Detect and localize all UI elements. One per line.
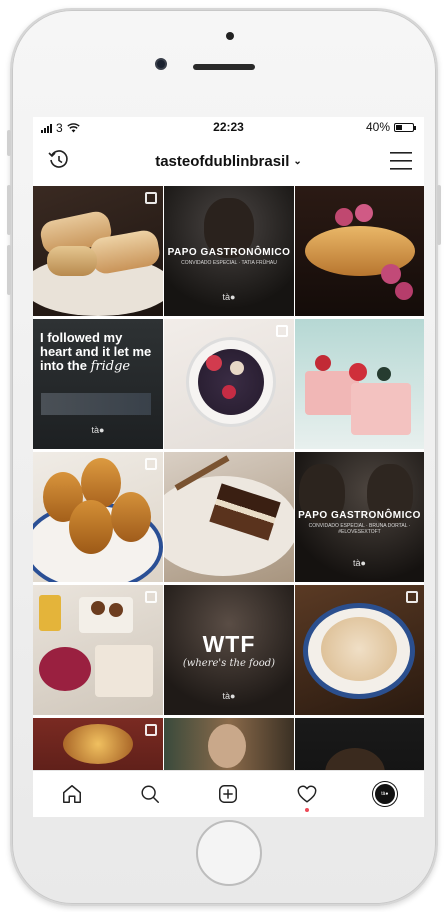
berry — [395, 282, 413, 300]
battery-area: 40% — [365, 120, 416, 134]
post-subtitle: CONVIDADO ESPECIAL · BRUNA DORTAL · #ELO… — [308, 522, 411, 535]
add-post-icon — [219, 785, 238, 803]
strawberry — [315, 355, 331, 371]
post-title: PAPO GASTRONÔMICO — [298, 509, 421, 521]
dessert — [351, 383, 411, 435]
fridge-magnets — [41, 393, 151, 415]
status-bar: 3 22:23 40% — [33, 117, 424, 137]
mute-switch — [7, 130, 11, 156]
home-button[interactable] — [196, 820, 262, 886]
carousel-icon — [145, 458, 157, 470]
brand-logo: tà● — [353, 558, 366, 568]
pastry — [47, 246, 97, 276]
battery-fill — [396, 124, 403, 130]
carousel-icon — [145, 724, 157, 736]
post-tile-8[interactable] — [164, 452, 294, 582]
post-tile-15[interactable] — [295, 718, 424, 770]
carousel-icon — [145, 591, 157, 603]
post-tile-12[interactable] — [295, 585, 424, 715]
volume-up-button — [7, 185, 11, 235]
avatar: tà● — [372, 782, 397, 806]
history-icon[interactable] — [47, 148, 71, 172]
coxinha — [111, 492, 151, 542]
front-camera — [155, 58, 167, 70]
post-tile-1[interactable] — [33, 186, 163, 316]
carousel-icon — [406, 591, 418, 603]
tab-profile[interactable]: tà● — [370, 779, 400, 809]
post-headline: WTF — [202, 631, 256, 657]
flatbread — [95, 645, 153, 697]
screen: 3 22:23 40% tasteofdublinbrasil ⌄ PAPO G… — [33, 117, 424, 817]
post-script-text: (where's the food) — [182, 658, 276, 669]
berry — [377, 367, 391, 381]
carousel-icon — [276, 325, 288, 337]
crepe — [321, 617, 397, 681]
profile-header: tasteofdublinbrasil ⌄ — [33, 139, 424, 183]
food-item — [325, 748, 385, 770]
coxinha — [69, 500, 113, 554]
post-tile-6[interactable] — [295, 319, 424, 449]
volume-down-button — [7, 245, 11, 295]
post-title: PAPO GASTRONÔMICO — [167, 246, 291, 258]
brand-logo: tà● — [91, 425, 105, 435]
tab-activity[interactable] — [292, 779, 322, 812]
berry — [381, 264, 401, 284]
battery-percent: 40% — [365, 120, 390, 134]
post-tile-5[interactable] — [164, 319, 294, 449]
menu-icon[interactable] — [390, 151, 412, 171]
carousel-icon — [145, 192, 157, 204]
chevron-down-icon: ⌄ — [293, 155, 302, 167]
strawberry — [349, 363, 367, 381]
brand-logo: tà● — [222, 691, 236, 701]
heart-icon — [297, 785, 317, 803]
account-switcher[interactable]: tasteofdublinbrasil ⌄ — [155, 153, 302, 170]
home-icon — [63, 785, 82, 803]
banana — [230, 361, 244, 375]
post-tile-11[interactable]: WTF (where's the food) tà● — [164, 585, 294, 715]
post-tile-13[interactable] — [33, 718, 163, 770]
post-tile-3[interactable] — [295, 186, 424, 316]
quote-script: fridge — [90, 359, 131, 374]
meatball — [91, 601, 105, 615]
post-tile-10[interactable] — [33, 585, 163, 715]
earpiece-speaker — [193, 64, 255, 70]
berry — [355, 204, 373, 222]
front-sensor — [226, 32, 234, 40]
brand-logo: tà● — [222, 292, 236, 302]
sign-light — [63, 724, 133, 764]
post-grid: PAPO GASTRONÔMICO CONVIDADO ESPECIAL · T… — [33, 186, 424, 770]
meatball — [109, 603, 123, 617]
tab-search[interactable] — [135, 779, 165, 809]
post-tile-9[interactable]: PAPO GASTRONÔMICO CONVIDADO ESPECIAL · B… — [295, 452, 424, 582]
post-tile-4[interactable]: I followed my heart and it let me into t… — [33, 319, 163, 449]
notification-dot — [304, 808, 309, 812]
search-icon — [141, 785, 160, 803]
berry — [222, 385, 236, 399]
chips — [39, 595, 61, 631]
battery-icon — [394, 122, 416, 132]
post-tile-2[interactable]: PAPO GASTRONÔMICO CONVIDADO ESPECIAL · T… — [164, 186, 294, 316]
power-button — [437, 185, 441, 245]
berry — [206, 355, 222, 371]
beet-dish — [39, 647, 91, 691]
berry — [335, 208, 353, 226]
post-quote: I followed my heart and it let me into t… — [40, 331, 157, 374]
tab-home[interactable] — [57, 779, 87, 809]
post-tile-14[interactable] — [164, 718, 294, 770]
username: tasteofdublinbrasil — [155, 152, 290, 170]
tray — [79, 597, 133, 633]
post-tile-7[interactable] — [33, 452, 163, 582]
tab-new-post[interactable] — [213, 779, 243, 809]
portrait-face — [208, 724, 246, 768]
post-subtitle: CONVIDADO ESPECIAL · TATIA FRÜHAU — [181, 259, 277, 266]
bottom-tab-bar: tà● — [33, 770, 424, 817]
